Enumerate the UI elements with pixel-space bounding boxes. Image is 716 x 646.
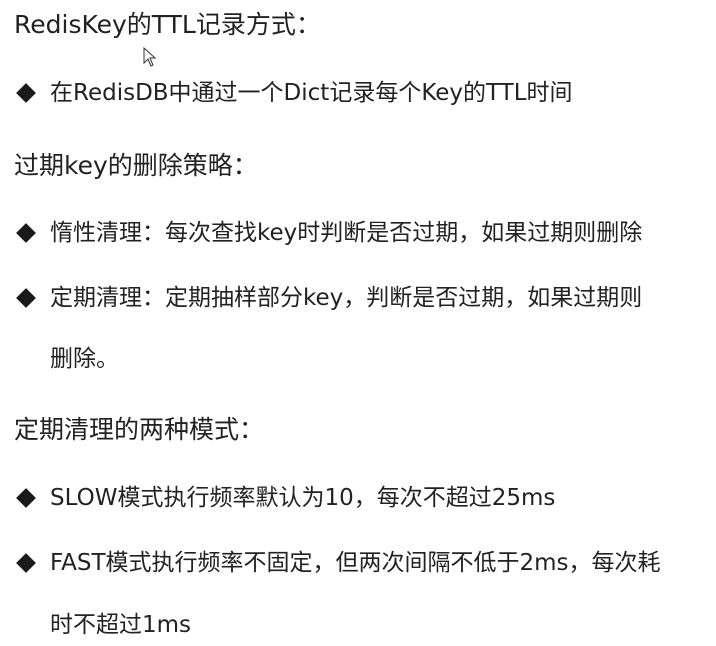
heading-ttl-record: RedisKey的TTL记录方式： [14, 10, 321, 39]
list-item: 在RedisDB中通过一个Dict记录每个Key的TTL时间 [16, 78, 573, 108]
list-item-continuation: 删除。 [50, 346, 119, 372]
list-item: SLOW模式执行频率默认为10，每次不超过25ms [16, 483, 555, 513]
list-item: FAST模式执行频率不固定，但两次间隔不低于2ms，每次耗 [16, 548, 661, 578]
list-item-text: 在RedisDB中通过一个Dict记录每个Key的TTL时间 [50, 80, 573, 106]
list-item-text: 定期清理：定期抽样部分key，判断是否过期，如果过期则 [50, 285, 643, 311]
diamond-bullet-icon [16, 223, 36, 243]
list-item: 定期清理：定期抽样部分key，判断是否过期，如果过期则 [16, 283, 642, 313]
diamond-bullet-icon [16, 553, 36, 573]
diamond-bullet-icon [16, 83, 36, 103]
heading-delete-strategy: 过期key的删除策略： [14, 151, 258, 180]
diamond-bullet-icon [16, 488, 36, 508]
list-item-text: SLOW模式执行频率默认为10，每次不超过25ms [50, 485, 556, 511]
list-item-text: FAST模式执行频率不固定，但两次间隔不低于2ms，每次耗 [50, 550, 661, 576]
list-item-text: 惰性清理：每次查找key时判断是否过期，如果过期则删除 [50, 220, 643, 246]
list-item-continuation: 时不超过1ms [50, 612, 192, 638]
heading-periodic-modes: 定期清理的两种模式： [14, 415, 265, 444]
diamond-bullet-icon [16, 288, 36, 308]
list-item: 惰性清理：每次查找key时判断是否过期，如果过期则删除 [16, 218, 642, 248]
mouse-cursor-icon [143, 47, 157, 67]
